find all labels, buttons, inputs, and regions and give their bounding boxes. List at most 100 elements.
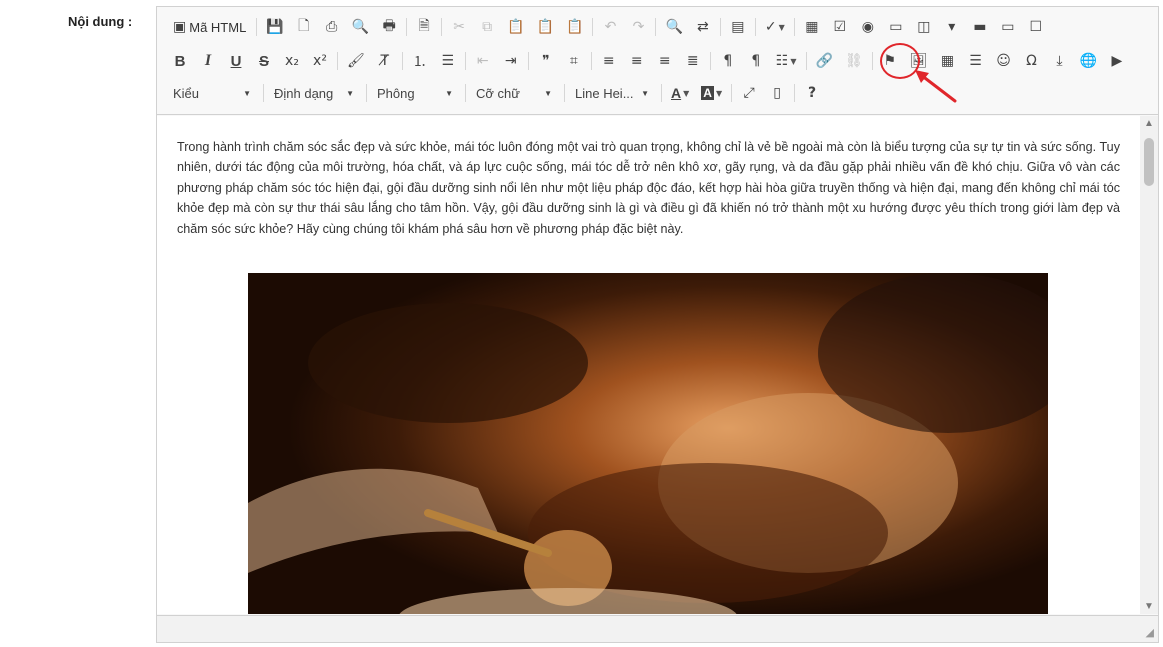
scroll-thumb[interactable] (1144, 138, 1154, 186)
radio-icon[interactable]: ◉ (857, 16, 879, 38)
paste-icon[interactable]: 📋 (504, 16, 527, 38)
scroll-down-icon[interactable]: ▼ (1144, 601, 1154, 612)
separator (441, 18, 443, 36)
templates-icon[interactable]: 🗎 (413, 16, 435, 38)
separator (731, 84, 733, 102)
unlink-icon[interactable]: ⛓ (842, 50, 866, 72)
separator (256, 18, 258, 36)
div-container-icon[interactable]: ⌗ (563, 50, 585, 72)
content-image[interactable] (248, 273, 1048, 614)
select-all-icon[interactable]: ▤ (727, 16, 749, 38)
font-size-combo[interactable]: Cỡ chữ ▼ (472, 82, 556, 104)
background-color-icon[interactable]: A ▼ (698, 82, 725, 104)
paste-text-icon[interactable]: 📋 (534, 16, 557, 38)
strikethrough-icon[interactable]: S (253, 50, 275, 72)
align-left-icon[interactable]: ≡ (598, 50, 620, 72)
undo-icon[interactable]: ↶ (599, 16, 621, 38)
source-html-button[interactable]: ▣ Mã HTML (169, 16, 250, 38)
youtube-icon[interactable]: ▶ (1106, 50, 1128, 72)
style-combo[interactable]: Kiểu ▼ (169, 82, 255, 104)
copy-icon[interactable]: ⧉ (476, 16, 498, 38)
font-combo[interactable]: Phông ▼ (373, 82, 457, 104)
rich-text-editor: ▣ Mã HTML 💾 🗋 ⎙ 🔍 🖶 🗎 ✂ ⧉ 📋 📋 📋 ↶ ↷ 🔍 ⇄ (156, 6, 1159, 643)
rtl-icon[interactable]: ¶ (745, 50, 767, 72)
print-icon[interactable]: 🖶 (378, 16, 400, 38)
form-icon[interactable]: ▦ (801, 16, 823, 38)
resize-grip-icon[interactable]: ◢ (1146, 626, 1154, 639)
separator (366, 84, 367, 102)
align-center-icon[interactable]: ≡ (626, 50, 648, 72)
underline-icon[interactable]: U (225, 50, 247, 72)
separator (709, 52, 711, 70)
separator (464, 52, 466, 70)
separator (337, 52, 338, 70)
iframe-globe-icon[interactable]: 🌐 (1077, 50, 1100, 72)
checkbox-icon[interactable]: ☑ (829, 16, 851, 38)
toolbar-row-3: Kiểu ▼ Định dạng ▼ Phông ▼ Cỡ chữ ▼ Line Hei… (169, 81, 829, 105)
italic-icon[interactable]: I (197, 50, 219, 72)
maximize-icon[interactable]: ⤢ (738, 82, 760, 104)
save-icon[interactable]: 💾 (263, 16, 286, 38)
redo-icon[interactable]: ↷ (627, 16, 649, 38)
superscript-icon[interactable]: x² (309, 50, 331, 72)
editor-content-area[interactable]: Trong hành trình chăm sóc sắc đẹp và sức… (157, 116, 1140, 614)
textfield-icon[interactable]: ▭ (885, 16, 907, 38)
separator (564, 84, 565, 102)
preview-icon[interactable]: 🔍 (349, 16, 372, 38)
vertical-scrollbar[interactable]: ▲ ▼ (1140, 116, 1158, 614)
numbered-list-icon[interactable]: ⒈ (409, 50, 431, 72)
separator (592, 18, 594, 36)
remove-format-icon[interactable]: T̸ (374, 50, 396, 72)
special-char-icon[interactable]: Ω (1021, 50, 1043, 72)
separator (590, 52, 592, 70)
editor-toolbar: ▣ Mã HTML 💾 🗋 ⎙ 🔍 🖶 🗎 ✂ ⧉ 📋 📋 📋 ↶ ↷ 🔍 ⇄ (157, 7, 1158, 115)
line-height-combo[interactable]: Line Hei... ▼ (571, 82, 653, 104)
find-icon[interactable]: 🔍 (662, 16, 685, 38)
format-combo[interactable]: Định dạng ▼ (270, 82, 358, 104)
separator (465, 84, 466, 102)
help-icon[interactable]: ? (801, 82, 823, 104)
cut-icon[interactable]: ✂ (448, 16, 470, 38)
separator (871, 52, 873, 70)
align-right-icon[interactable]: ≡ (654, 50, 676, 72)
page-break-icon[interactable]: ⤓ (1049, 50, 1071, 72)
bulleted-list-icon[interactable]: ☰ (437, 50, 459, 72)
separator (263, 84, 264, 102)
show-blocks-icon[interactable]: ▯ (766, 82, 788, 104)
ltr-icon[interactable]: ¶ (717, 50, 739, 72)
annotation-arrow (915, 70, 957, 103)
toolbar-row-2: B I U S x₂ x² 🖌 T̸ ⒈ ☰ ⇤ ⇥ ❞ ⌗ ≡ ≡ ≡ ≣ ¶… (169, 49, 1134, 73)
horizontal-line-icon[interactable]: ☰ (965, 50, 987, 72)
blockquote-icon[interactable]: ❞ (535, 50, 557, 72)
separator (401, 52, 403, 70)
editor-statusbar: ◢ (157, 615, 1158, 642)
text-color-icon[interactable]: A ▼ (668, 82, 692, 104)
select-field-icon[interactable]: ▾ (941, 16, 963, 38)
link-icon[interactable]: 🔗 (813, 50, 836, 72)
language-icon[interactable]: ☷ ▼ (773, 50, 800, 72)
indent-icon[interactable]: ⇥ (500, 50, 522, 72)
separator (794, 84, 796, 102)
separator (406, 18, 408, 36)
spellcheck-icon[interactable]: ✓ ▼ (762, 16, 788, 38)
copy-format-icon[interactable]: 🖌 (344, 50, 368, 72)
new-page-icon[interactable]: 🗋 (293, 16, 315, 38)
image-button-icon[interactable]: ▭ (997, 16, 1019, 38)
smiley-icon[interactable]: ☺ (993, 50, 1015, 72)
scroll-up-icon[interactable]: ▲ (1144, 118, 1154, 129)
separator (527, 52, 529, 70)
replace-icon[interactable]: ⇄ (692, 16, 714, 38)
subscript-icon[interactable]: x₂ (281, 50, 303, 72)
bold-icon[interactable]: B (169, 50, 191, 72)
button-field-icon[interactable]: ▬ (969, 16, 991, 38)
hidden-field-icon[interactable]: ☐ (1025, 16, 1047, 38)
separator (805, 52, 807, 70)
outdent-icon[interactable]: ⇤ (472, 50, 494, 72)
export-pdf-icon[interactable]: ⎙ (321, 16, 343, 38)
content-field-label: Nội dung : (68, 14, 133, 29)
separator (754, 18, 756, 36)
textarea-icon[interactable]: ◫ (913, 16, 935, 38)
paste-word-icon[interactable]: 📋 (563, 16, 586, 38)
content-paragraph: Trong hành trình chăm sóc sắc đẹp và sức… (177, 140, 1120, 236)
justify-icon[interactable]: ≣ (682, 50, 704, 72)
